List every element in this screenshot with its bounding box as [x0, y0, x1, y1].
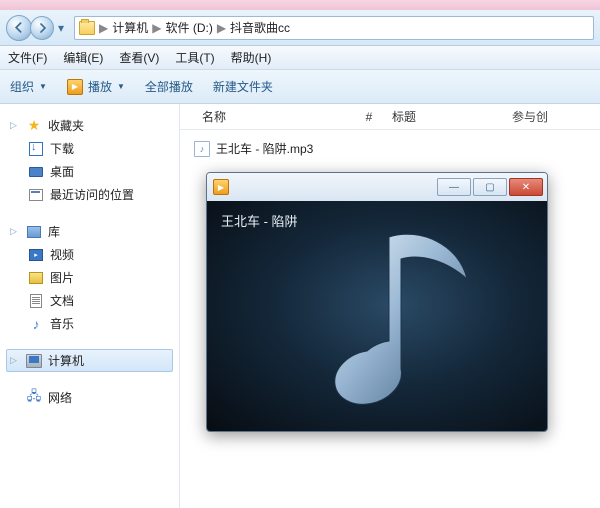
tree-item-network[interactable]: ▷ 🖧 网络	[6, 386, 173, 409]
nav-tree: ▷ ★ 收藏夹 下载 桌面 最近访问的位置 ▷ 库	[0, 104, 180, 508]
tree-item-label: 网络	[48, 389, 72, 406]
tree-libraries[interactable]: ▷ 库	[6, 220, 173, 243]
picture-icon	[29, 272, 43, 284]
video-icon: ▸	[29, 249, 43, 261]
tree-item-documents[interactable]: 文档	[6, 289, 173, 312]
document-icon	[30, 294, 42, 308]
breadcrumb-part[interactable]: 抖音歌曲cc	[230, 19, 290, 36]
address-bar: ▾ ▶ 计算机 ▶ 软件 (D:) ▶ 抖音歌曲cc	[0, 10, 600, 46]
breadcrumb[interactable]: ▶ 计算机 ▶ 软件 (D:) ▶ 抖音歌曲cc	[74, 16, 594, 40]
new-folder-button[interactable]: 新建文件夹	[213, 78, 273, 95]
window-chrome-stub	[0, 0, 600, 10]
play-all-label: 全部播放	[145, 78, 193, 95]
music-note-icon	[271, 219, 491, 419]
organize-label: 组织	[10, 78, 34, 95]
menu-bar: 文件(F) 编辑(E) 查看(V) 工具(T) 帮助(H)	[0, 46, 600, 70]
tree-item-label: 音乐	[50, 315, 74, 332]
star-icon: ★	[26, 118, 42, 134]
menu-edit[interactable]: 编辑(E)	[63, 49, 103, 66]
audio-file-icon: ♪	[194, 141, 210, 157]
nav-history-dropdown[interactable]: ▾	[54, 21, 68, 35]
tree-item-desktop[interactable]: 桌面	[6, 160, 173, 183]
folder-icon	[79, 21, 95, 35]
breadcrumb-separator: ▶	[99, 21, 108, 35]
computer-icon	[26, 354, 42, 368]
tree-item-recent[interactable]: 最近访问的位置	[6, 183, 173, 206]
column-number[interactable]: #	[354, 110, 384, 124]
back-button[interactable]	[6, 15, 32, 41]
file-name: 王北车 - 陷阱.mp3	[216, 140, 313, 157]
libraries-icon	[27, 226, 41, 238]
disclosure-triangle-icon: ▷	[10, 226, 20, 237]
tree-favorites-label: 收藏夹	[48, 117, 84, 134]
organize-button[interactable]: 组织 ▼	[10, 78, 47, 95]
new-folder-label: 新建文件夹	[213, 78, 273, 95]
tree-item-music[interactable]: ♪ 音乐	[6, 312, 173, 335]
tree-favorites[interactable]: ▷ ★ 收藏夹	[6, 114, 173, 137]
player-viewport: 王北车 - 陷阱	[207, 201, 547, 431]
tree-item-label: 最近访问的位置	[50, 186, 134, 203]
menu-file[interactable]: 文件(F)	[8, 49, 47, 66]
minimize-button[interactable]: —	[437, 178, 471, 196]
tree-item-label: 桌面	[50, 163, 74, 180]
tree-item-label: 文档	[50, 292, 74, 309]
breadcrumb-part[interactable]: 软件 (D:)	[165, 19, 212, 36]
column-headers: 名称 # 标题 参与创	[180, 104, 600, 130]
breadcrumb-part[interactable]: 计算机	[112, 19, 148, 36]
tree-item-label: 视频	[50, 246, 74, 263]
disclosure-triangle-icon: ▷	[10, 120, 20, 131]
play-all-button[interactable]: 全部播放	[145, 78, 193, 95]
command-bar: 组织 ▼ ▶ 播放 ▼ 全部播放 新建文件夹	[0, 70, 600, 104]
main-pane: ▷ ★ 收藏夹 下载 桌面 最近访问的位置 ▷ 库	[0, 104, 600, 508]
column-name[interactable]: 名称	[194, 108, 354, 125]
media-player-window: ▶ — ▢ ✕ 王北车 - 陷阱	[206, 172, 548, 432]
tree-item-computer[interactable]: ▷ 计算机	[6, 349, 173, 372]
breadcrumb-separator: ▶	[152, 21, 161, 35]
menu-tools[interactable]: 工具(T)	[175, 49, 214, 66]
menu-view[interactable]: 查看(V)	[119, 49, 159, 66]
tree-item-label: 下载	[50, 140, 74, 157]
player-titlebar[interactable]: ▶ — ▢ ✕	[207, 173, 547, 201]
network-icon: 🖧	[26, 390, 42, 406]
nav-buttons: ▾	[6, 15, 68, 41]
play-icon: ▶	[67, 79, 83, 95]
tree-item-label: 计算机	[48, 352, 84, 369]
maximize-button[interactable]: ▢	[473, 178, 507, 196]
tree-item-pictures[interactable]: 图片	[6, 266, 173, 289]
recent-icon	[29, 189, 43, 201]
media-player-icon: ▶	[213, 179, 229, 195]
close-button[interactable]: ✕	[509, 178, 543, 196]
tree-item-videos[interactable]: ▸ 视频	[6, 243, 173, 266]
menu-help[interactable]: 帮助(H)	[231, 49, 272, 66]
download-icon	[29, 142, 43, 156]
play-button[interactable]: ▶ 播放 ▼	[67, 78, 125, 95]
forward-button[interactable]	[30, 16, 54, 40]
play-label: 播放	[88, 78, 112, 95]
breadcrumb-separator: ▶	[217, 21, 226, 35]
music-icon: ♪	[28, 316, 44, 332]
column-title[interactable]: 标题	[384, 108, 504, 125]
tree-item-label: 图片	[50, 269, 74, 286]
chevron-down-icon: ▼	[117, 82, 125, 91]
column-contrib[interactable]: 参与创	[504, 108, 556, 125]
desktop-icon	[29, 167, 43, 177]
tree-libraries-label: 库	[48, 223, 60, 240]
file-row[interactable]: ♪ 王北车 - 陷阱.mp3	[190, 138, 590, 159]
file-list: ♪ 王北车 - 陷阱.mp3	[180, 130, 600, 167]
chevron-down-icon: ▼	[39, 82, 47, 91]
file-pane: 名称 # 标题 参与创 ♪ 王北车 - 陷阱.mp3 ▶ — ▢ ✕ 王北车 -…	[180, 104, 600, 508]
tree-item-downloads[interactable]: 下载	[6, 137, 173, 160]
disclosure-triangle-icon: ▷	[10, 355, 20, 366]
